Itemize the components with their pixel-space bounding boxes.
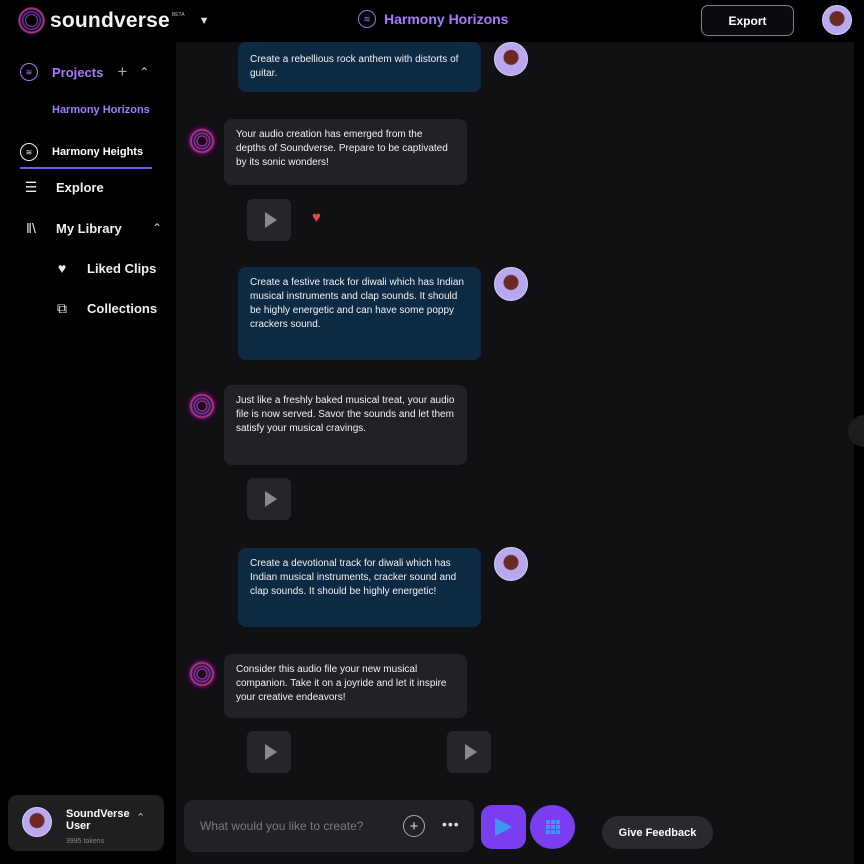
chevron-up-icon[interactable]: ⌃ (139, 65, 149, 79)
grid-icon (545, 820, 560, 834)
waveform-icon: ≋ (20, 143, 38, 161)
soundverse-bot-avatar (185, 389, 219, 423)
heart-icon[interactable]: ♥ (312, 209, 321, 226)
audio-play-button[interactable] (447, 731, 491, 773)
chevron-up-icon[interactable]: ⌃ (152, 221, 162, 235)
sidebar-item-harmony-heights[interactable]: ≋ Harmony Heights (20, 137, 152, 169)
avatar (494, 547, 528, 581)
avatar (494, 42, 528, 76)
sidebar-item-label: Collections (87, 301, 158, 316)
sidebar-item-explore[interactable]: ☰ Explore (22, 179, 104, 196)
give-feedback-button[interactable]: Give Feedback (602, 816, 713, 849)
brand-logo[interactable]: soundverse BETA ▼ (18, 7, 209, 34)
heart-icon: ♥ (57, 260, 67, 276)
waveform-icon: ≋ (358, 10, 376, 28)
play-icon (464, 744, 477, 760)
user-name: SoundVerse User (66, 808, 130, 832)
chevron-down-icon[interactable]: ▼ (199, 15, 210, 27)
prompt-input-bar[interactable]: What would you like to create? + ••• (184, 800, 474, 852)
sidebar-item-collections[interactable]: ⧉ Collections (53, 300, 157, 317)
send-button[interactable] (481, 805, 526, 849)
sidebar: ≋ Projects + ⌃ Harmony Horizons ≋ Harmon… (0, 42, 176, 864)
send-icon (495, 818, 512, 836)
explore-list-icon: ☰ (24, 179, 38, 195)
sidebar-item-label: My Library (56, 220, 122, 236)
token-count: 3995 tokens (66, 838, 105, 845)
add-project-icon[interactable]: + (117, 62, 127, 82)
projects-label: Projects (52, 64, 104, 80)
audio-play-button[interactable] (247, 731, 291, 773)
brand-name: soundverse (50, 8, 170, 32)
waveform-icon: ≋ (20, 63, 38, 81)
chat-panel: Create a rebellious rock anthem with dis… (176, 42, 854, 864)
play-icon (264, 491, 277, 507)
bot-message: Just like a freshly baked musical treat,… (224, 385, 467, 465)
profile-avatar[interactable] (822, 5, 852, 35)
soundverse-bot-avatar (185, 124, 219, 158)
user-message: Create a rebellious rock anthem with dis… (238, 42, 481, 92)
sidebar-item-label: Harmony Heights (52, 146, 144, 158)
bot-message: Your audio creation has emerged from the… (224, 119, 467, 185)
project-title-text: Harmony Horizons (384, 11, 509, 27)
sidebar-item-label: Liked Clips (87, 260, 157, 276)
more-dots-icon[interactable]: ••• (442, 816, 460, 832)
prompt-input[interactable]: What would you like to create? (200, 819, 363, 833)
user-message: Create a festive track for diwali which … (238, 267, 481, 360)
user-card[interactable]: SoundVerse User 3995 tokens ⌃ (8, 795, 164, 851)
play-icon (264, 744, 277, 760)
export-button[interactable]: Export (701, 5, 794, 36)
sidebar-item-label: Explore (56, 180, 104, 195)
soundverse-logo-icon (18, 7, 45, 34)
sidebar-item-my-library[interactable]: ‖\ My Library ⌃ (22, 220, 162, 236)
sidebar-item-liked-clips[interactable]: ♥ Liked Clips (53, 260, 157, 276)
library-books-icon: ‖\ (26, 220, 36, 236)
user-message: Create a devotional track for diwali whi… (238, 548, 481, 627)
plus-icon[interactable]: + (403, 815, 425, 837)
soundverse-bot-avatar (185, 657, 219, 691)
play-icon (264, 212, 277, 228)
top-bar: soundverse BETA ▼ ≋ Harmony Horizons Exp… (0, 0, 864, 42)
sidebar-projects-header[interactable]: ≋ Projects + ⌃ (20, 62, 166, 82)
audio-play-button[interactable] (247, 478, 291, 520)
avatar (494, 267, 528, 301)
bot-message: Consider this audio file your new musica… (224, 654, 467, 718)
apps-button[interactable] (530, 805, 575, 849)
beta-badge: BETA (171, 11, 185, 18)
chevron-up-icon[interactable]: ⌃ (136, 811, 145, 824)
sidebar-item-harmony-horizons[interactable]: Harmony Horizons (52, 104, 150, 116)
collections-icon: ⧉ (57, 300, 67, 316)
audio-play-button[interactable] (247, 199, 291, 241)
project-title: ≋ Harmony Horizons (358, 10, 508, 28)
avatar (22, 807, 52, 837)
